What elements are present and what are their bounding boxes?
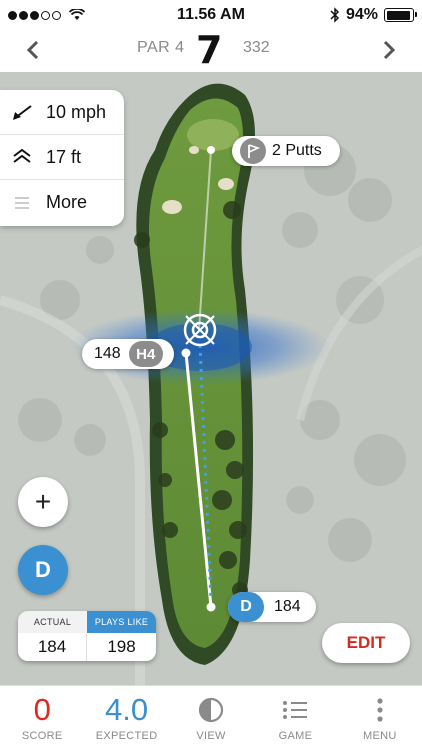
elevation-icon <box>10 146 34 168</box>
tee-shot-label[interactable]: D 184 <box>228 592 316 622</box>
hole-number: 7 <box>196 28 223 72</box>
actual-distance: ACTUAL 184 <box>18 611 87 661</box>
wind-speed: 10 mph <box>46 101 107 122</box>
list-lines-icon <box>10 192 34 214</box>
tab-expected[interactable]: 4.0 EXPECTED <box>84 686 168 750</box>
plays-like-distance: PLAYS LIKE 198 <box>87 611 156 661</box>
actual-value: 184 <box>18 633 87 661</box>
next-hole-button[interactable] <box>374 36 404 67</box>
tee-club-badge: D <box>228 592 264 622</box>
elevation-row[interactable]: 17 ft <box>0 135 124 180</box>
previous-hole-button[interactable] <box>18 36 48 67</box>
chevron-left-icon <box>26 40 39 60</box>
view-label: VIEW <box>196 730 226 742</box>
more-vertical-icon <box>376 690 384 730</box>
target-distance-value: 148 <box>94 345 121 362</box>
battery-icon <box>384 8 417 22</box>
score-value: 0 <box>33 692 51 727</box>
tee-distance-value: 184 <box>274 598 301 615</box>
wind-direction-icon <box>10 101 34 123</box>
hole-yardage: 332 <box>243 39 270 56</box>
chevron-right-icon <box>383 40 396 60</box>
actual-label: ACTUAL <box>18 611 87 633</box>
status-bar: 11.56 AM 94% <box>0 0 422 30</box>
hole-header: PAR 4 7 332 <box>0 28 422 72</box>
club-select-button[interactable]: D <box>18 545 68 595</box>
view-icon <box>197 690 225 730</box>
distance-card[interactable]: ACTUAL 184 PLAYS LIKE 198 <box>18 611 156 661</box>
flag-icon <box>240 138 266 164</box>
shot-point-marker[interactable] <box>181 348 191 358</box>
plays-like-value: 198 <box>87 633 156 661</box>
bluetooth-icon <box>330 7 340 23</box>
tab-score[interactable]: 0 SCORE <box>0 686 84 750</box>
score-label: SCORE <box>21 730 63 742</box>
add-shot-button[interactable]: + <box>18 477 68 527</box>
tab-game[interactable]: GAME <box>253 686 337 750</box>
tee-marker[interactable] <box>206 602 216 612</box>
more-label: More <box>46 192 88 212</box>
pin-marker <box>207 146 215 154</box>
menu-label: MENU <box>363 730 397 742</box>
tab-view[interactable]: VIEW <box>169 686 253 750</box>
more-row[interactable]: More <box>0 180 124 225</box>
battery-percent: 94% <box>345 6 378 23</box>
bottom-tab-bar: 0 SCORE 4.0 EXPECTED VIEW GAME MENU <box>0 685 422 750</box>
tab-menu[interactable]: MENU <box>338 686 422 750</box>
putts-label[interactable]: 2 Putts <box>232 136 340 166</box>
expected-label: EXPECTED <box>95 730 158 742</box>
target-club-badge: H4 <box>128 341 163 367</box>
game-list-icon <box>281 690 309 730</box>
expected-value: 4.0 <box>105 692 149 727</box>
putts-text: 2 Putts <box>272 142 322 159</box>
plays-like-label: PLAYS LIKE <box>87 611 156 633</box>
conditions-panel: 10 mph 17 ft More <box>0 90 124 226</box>
hole-par: PAR 4 <box>137 39 185 56</box>
game-label: GAME <box>278 730 313 742</box>
elevation-value: 17 ft <box>46 146 82 167</box>
target-distance-label[interactable]: 148 H4 <box>82 339 174 369</box>
edit-button[interactable]: EDIT <box>322 623 410 663</box>
wind-row[interactable]: 10 mph <box>0 90 124 135</box>
